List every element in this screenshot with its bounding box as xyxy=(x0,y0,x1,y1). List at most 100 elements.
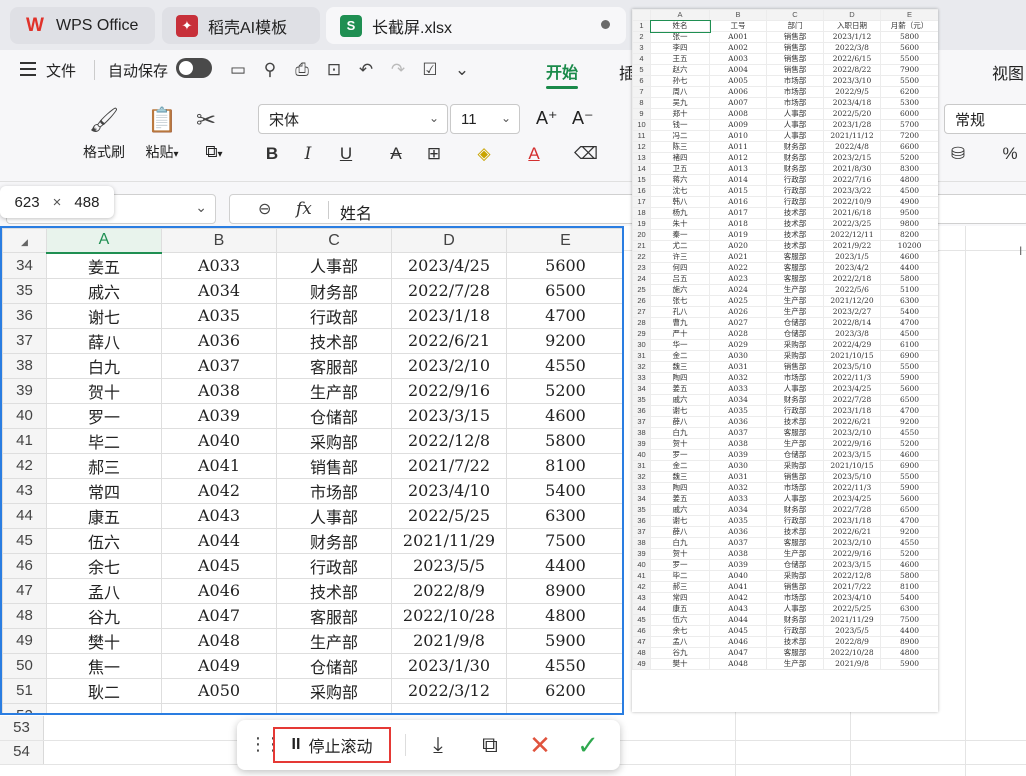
table-cell[interactable]: 市场部 xyxy=(276,477,392,504)
table-cell[interactable]: 5400 xyxy=(506,477,622,504)
hamburger-menu-icon[interactable] xyxy=(20,62,36,76)
table-cell[interactable]: 4800 xyxy=(506,602,622,629)
row-number[interactable]: 39 xyxy=(2,377,47,404)
save-icon[interactable]: ▭ xyxy=(228,60,248,80)
underline-icon[interactable]: U xyxy=(336,144,356,164)
table-cell[interactable]: 毕二 xyxy=(46,427,162,454)
table-cell[interactable]: 2022/12/8 xyxy=(391,427,507,454)
number-format-select[interactable]: 常规 xyxy=(944,104,1026,134)
row-number[interactable]: 38 xyxy=(2,352,47,379)
table-cell[interactable]: 行政部 xyxy=(276,302,392,329)
table-cell[interactable]: 戚六 xyxy=(46,277,162,304)
table-cell[interactable]: 2021/11/29 xyxy=(391,527,507,554)
table-cell[interactable]: 白九 xyxy=(46,352,162,379)
table-cell[interactable]: 焦一 xyxy=(46,652,162,679)
zoom-search-icon[interactable]: ⊖ xyxy=(258,199,271,219)
table-cell[interactable]: A039 xyxy=(161,402,277,429)
font-size-select[interactable]: 11 ⌄ xyxy=(450,104,520,134)
table-cell[interactable]: 4550 xyxy=(506,352,622,379)
fill-color-icon[interactable]: ◈ xyxy=(474,144,494,164)
table-cell[interactable]: 技术部 xyxy=(276,327,392,354)
row-number[interactable]: 36 xyxy=(2,302,47,329)
column-header[interactable]: C xyxy=(276,228,392,253)
percent-icon[interactable]: % xyxy=(1000,144,1020,164)
table-cell[interactable]: 伍六 xyxy=(46,527,162,554)
table-cell[interactable]: A037 xyxy=(161,352,277,379)
row-number[interactable]: 40 xyxy=(2,402,47,429)
table-cell[interactable]: 人事部 xyxy=(276,502,392,529)
table-cell[interactable]: 7500 xyxy=(506,527,622,554)
tab-wps-office[interactable]: W WPS Office xyxy=(10,7,155,44)
row-number[interactable]: 47 xyxy=(2,577,47,604)
table-cell[interactable]: 孟八 xyxy=(46,577,162,604)
clear-format-icon[interactable]: ⌫ xyxy=(574,144,598,164)
table-cell[interactable]: 5900 xyxy=(506,627,622,654)
table-cell[interactable]: 2022/7/28 xyxy=(391,277,507,304)
row-number[interactable]: 48 xyxy=(2,602,47,629)
table-cell[interactable]: 5600 xyxy=(506,252,622,279)
table-cell[interactable]: 采购部 xyxy=(276,427,392,454)
tab-docer-ai-template[interactable]: ✦ 稻壳AI模板 xyxy=(162,7,320,44)
table-cell[interactable]: 销售部 xyxy=(276,452,392,479)
table-cell[interactable]: 9200 xyxy=(506,327,622,354)
ribbon-tab-start[interactable]: 开始 xyxy=(546,59,579,89)
table-cell[interactable]: 谷九 xyxy=(46,602,162,629)
table-cell[interactable]: 客服部 xyxy=(276,352,392,379)
table-cell[interactable]: A045 xyxy=(161,552,277,579)
preview-icon[interactable]: ⊡ xyxy=(324,60,344,80)
table-cell[interactable]: 2023/1/30 xyxy=(391,652,507,679)
bold-icon[interactable]: B xyxy=(262,144,282,164)
table-cell[interactable]: 樊十 xyxy=(46,627,162,654)
row-number[interactable]: 37 xyxy=(2,327,47,354)
table-cell[interactable]: A042 xyxy=(161,477,277,504)
table-cell[interactable]: 2022/8/9 xyxy=(391,577,507,604)
table-cell[interactable]: 2022/10/28 xyxy=(391,602,507,629)
table-cell[interactable] xyxy=(391,702,507,713)
table-cell[interactable]: A041 xyxy=(161,452,277,479)
table-cell[interactable] xyxy=(161,702,277,713)
function-fx-icon[interactable]: fx xyxy=(296,199,312,219)
italic-icon[interactable]: I xyxy=(298,144,318,164)
table-cell[interactable]: 生产部 xyxy=(276,627,392,654)
table-cell[interactable]: 6500 xyxy=(506,277,622,304)
table-cell[interactable]: 2023/5/5 xyxy=(391,552,507,579)
row-number[interactable]: 44 xyxy=(2,502,47,529)
table-cell[interactable]: 4550 xyxy=(506,652,622,679)
tab-spreadsheet-file[interactable]: S 长截屏.xlsx xyxy=(326,7,626,44)
row-number[interactable]: 34 xyxy=(2,252,47,279)
paste-button[interactable]: 📋 粘贴▾ xyxy=(139,106,185,162)
table-cell[interactable]: A034 xyxy=(161,277,277,304)
table-cell[interactable]: A046 xyxy=(161,577,277,604)
table-cell[interactable]: 财务部 xyxy=(276,277,392,304)
table-cell[interactable]: 2021/9/8 xyxy=(391,627,507,654)
table-cell[interactable]: A050 xyxy=(161,677,277,704)
table-cell[interactable]: 康五 xyxy=(46,502,162,529)
table-cell[interactable]: A038 xyxy=(161,377,277,404)
table-cell[interactable]: 2021/7/22 xyxy=(391,452,507,479)
border-icon[interactable]: ⊞ xyxy=(424,144,444,164)
table-cell[interactable]: 8100 xyxy=(506,452,622,479)
table-cell[interactable]: A043 xyxy=(161,502,277,529)
strikethrough-icon[interactable]: A xyxy=(386,144,406,164)
table-cell[interactable] xyxy=(46,702,162,713)
cut-icon[interactable]: ✂ xyxy=(194,106,218,136)
table-cell[interactable]: 罗一 xyxy=(46,402,162,429)
table-cell[interactable]: 仓储部 xyxy=(276,652,392,679)
download-icon[interactable]: ⤓ xyxy=(425,732,451,758)
table-cell[interactable]: 技术部 xyxy=(276,577,392,604)
column-header[interactable]: E xyxy=(506,228,622,253)
table-cell[interactable]: A049 xyxy=(161,652,277,679)
table-cell[interactable]: 常四 xyxy=(46,477,162,504)
table-cell[interactable]: 耿二 xyxy=(46,677,162,704)
table-cell[interactable]: 生产部 xyxy=(276,377,392,404)
decrease-font-icon[interactable]: A⁻ xyxy=(572,108,594,129)
increase-font-icon[interactable]: A⁺ xyxy=(536,108,558,129)
table-cell[interactable]: A044 xyxy=(161,527,277,554)
table-cell[interactable] xyxy=(276,702,392,713)
format-check-icon[interactable]: ☑ xyxy=(420,60,440,80)
table-cell[interactable]: 行政部 xyxy=(276,552,392,579)
table-cell[interactable]: A040 xyxy=(161,427,277,454)
row-number[interactable]: 50 xyxy=(2,652,47,679)
table-cell[interactable]: 4700 xyxy=(506,302,622,329)
column-header[interactable]: A xyxy=(46,228,162,254)
